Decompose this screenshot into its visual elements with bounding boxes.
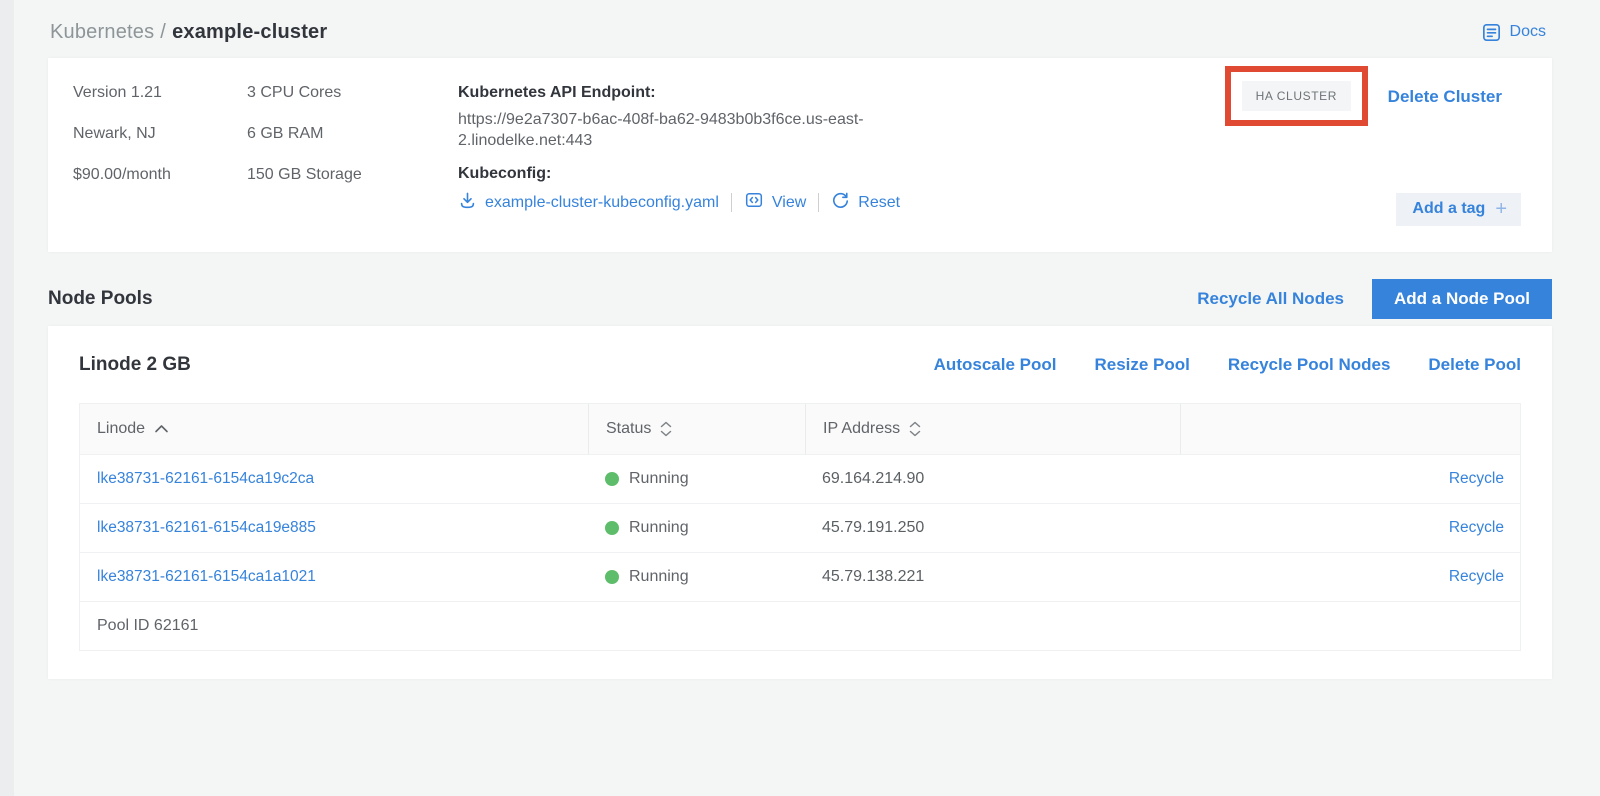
code-view-icon xyxy=(744,190,764,215)
add-node-pool-button[interactable]: Add a Node Pool xyxy=(1372,279,1552,319)
cluster-summary-card: Version 1.21 Newark, NJ $90.00/month 3 C… xyxy=(48,58,1552,252)
cluster-region: Newark, NJ xyxy=(73,125,247,143)
docs-icon xyxy=(1481,22,1502,43)
api-endpoint-block: Kubernetes API Endpoint: https://9e2a730… xyxy=(458,84,938,224)
ip-address: 45.79.138.221 xyxy=(805,568,1180,586)
recycle-node-link[interactable]: Recycle xyxy=(1449,568,1504,585)
kubernetes-cluster-detail-page: Kubernetes / example-cluster Docs Version … xyxy=(0,0,1600,679)
pool-action-links: Autoscale Pool Resize Pool Recycle Pool … xyxy=(934,355,1521,375)
node-pools-title: Node Pools xyxy=(48,288,153,310)
status-cell: Running xyxy=(588,470,805,488)
recycle-node-link[interactable]: Recycle xyxy=(1449,519,1504,536)
cluster-cpu: 3 CPU Cores xyxy=(247,84,458,102)
node-table: Linode Status IP Address xyxy=(79,403,1521,651)
recycle-node-link[interactable]: Recycle xyxy=(1449,470,1504,487)
node-pool-card: Linode 2 GB Autoscale Pool Resize Pool R… xyxy=(48,326,1552,679)
add-tag-button[interactable]: Add a tag + xyxy=(1396,193,1521,226)
cluster-storage: 150 GB Storage xyxy=(247,166,458,184)
resize-pool-link[interactable]: Resize Pool xyxy=(1094,355,1189,375)
kubeconfig-view-link[interactable]: View xyxy=(744,190,806,215)
kubeconfig-reset-link[interactable]: Reset xyxy=(831,191,900,215)
breadcrumb-kubernetes-link[interactable]: Kubernetes xyxy=(50,21,154,43)
ip-address: 69.164.214.90 xyxy=(805,470,1180,488)
api-endpoint-label: Kubernetes API Endpoint: xyxy=(458,84,938,102)
linode-column-label: Linode xyxy=(97,420,145,438)
sort-both-icon xyxy=(660,421,672,437)
cluster-ram: 6 GB RAM xyxy=(247,125,458,143)
docs-label: Docs xyxy=(1510,23,1546,41)
reset-label: Reset xyxy=(858,194,900,212)
node-link[interactable]: lke38731-62161-6154ca19e885 xyxy=(97,519,316,536)
pool-title-row: Linode 2 GB Autoscale Pool Resize Pool R… xyxy=(79,354,1521,403)
reset-icon xyxy=(831,191,850,215)
recycle-all-nodes-link[interactable]: Recycle All Nodes xyxy=(1197,289,1344,309)
delete-pool-link[interactable]: Delete Pool xyxy=(1428,355,1521,375)
cluster-price: $90.00/month xyxy=(73,166,247,184)
pool-plan-name: Linode 2 GB xyxy=(79,354,191,376)
breadcrumb-cluster-name: example-cluster xyxy=(172,21,327,43)
recycle-pool-nodes-link[interactable]: Recycle Pool Nodes xyxy=(1228,355,1391,375)
node-pools-actions: Recycle All Nodes Add a Node Pool xyxy=(1197,279,1552,319)
download-icon xyxy=(458,191,477,215)
breadcrumb: Kubernetes / example-cluster xyxy=(50,21,327,44)
cluster-specs-column-1: Version 1.21 Newark, NJ $90.00/month xyxy=(73,84,247,224)
kubeconfig-actions-row: example-cluster-kubeconfig.yaml View xyxy=(458,190,938,215)
topbar: Kubernetes / example-cluster Docs xyxy=(48,0,1552,58)
status-text: Running xyxy=(629,470,689,488)
node-link[interactable]: lke38731-62161-6154ca1a1021 xyxy=(97,568,316,585)
status-running-dot xyxy=(605,521,619,535)
ha-cluster-badge: HA CLUSTER xyxy=(1242,81,1351,111)
cluster-version: Version 1.21 xyxy=(73,84,247,102)
kubeconfig-download-link[interactable]: example-cluster-kubeconfig.yaml xyxy=(458,191,719,215)
api-endpoint-url: https://9e2a7307-b6ac-408f-ba62-9483b0b3… xyxy=(458,109,900,151)
status-cell: Running xyxy=(588,568,805,586)
add-tag-label: Add a tag xyxy=(1412,200,1485,218)
node-link[interactable]: lke38731-62161-6154ca19c2ca xyxy=(97,470,314,487)
pool-id-label: Pool ID 62161 xyxy=(80,617,198,635)
column-header-actions xyxy=(1180,404,1520,454)
column-header-linode[interactable]: Linode xyxy=(80,404,588,454)
ip-address: 45.79.191.250 xyxy=(805,519,1180,537)
status-running-dot xyxy=(605,570,619,584)
ip-column-label: IP Address xyxy=(823,420,900,438)
breadcrumb-separator: / xyxy=(160,21,166,43)
status-text: Running xyxy=(629,519,689,537)
kubeconfig-file-name: example-cluster-kubeconfig.yaml xyxy=(485,194,719,212)
kubeconfig-label: Kubeconfig: xyxy=(458,165,938,183)
status-text: Running xyxy=(629,568,689,586)
view-label: View xyxy=(772,194,806,212)
autoscale-pool-link[interactable]: Autoscale Pool xyxy=(934,355,1057,375)
plus-icon: + xyxy=(1495,201,1507,217)
cluster-specs-column-2: 3 CPU Cores 6 GB RAM 150 GB Storage xyxy=(247,84,458,224)
annotation-highlight-box: HA CLUSTER xyxy=(1225,66,1368,126)
sort-asc-icon xyxy=(154,420,169,438)
sort-both-icon xyxy=(909,421,921,437)
column-header-status[interactable]: Status xyxy=(588,404,805,454)
node-row: lke38731-62161-6154ca1a1021 Running 45.7… xyxy=(80,552,1520,601)
divider xyxy=(818,193,819,212)
status-cell: Running xyxy=(588,519,805,537)
node-row: lke38731-62161-6154ca19e885 Running 45.7… xyxy=(80,503,1520,552)
delete-cluster-button[interactable]: Delete Cluster xyxy=(1388,87,1502,107)
node-pools-header: Node Pools Recycle All Nodes Add a Node … xyxy=(48,279,1552,319)
column-header-ip-address[interactable]: IP Address xyxy=(805,404,1180,454)
docs-link[interactable]: Docs xyxy=(1481,22,1546,43)
status-running-dot xyxy=(605,472,619,486)
node-row: lke38731-62161-6154ca19c2ca Running 69.1… xyxy=(80,454,1520,503)
divider xyxy=(731,193,732,212)
node-table-header: Linode Status IP Address xyxy=(80,404,1520,454)
status-column-label: Status xyxy=(606,420,651,438)
pool-id-row: Pool ID 62161 xyxy=(80,601,1520,650)
